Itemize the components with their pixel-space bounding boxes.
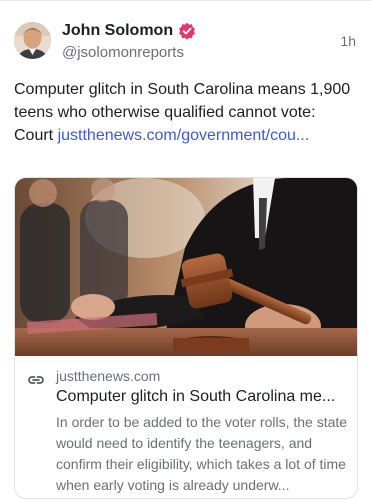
author-row: John Solomon <box>62 20 196 42</box>
card-image <box>15 178 357 356</box>
avatar[interactable] <box>14 22 51 59</box>
author-name[interactable]: John Solomon <box>62 22 173 40</box>
verified-badge-icon <box>179 22 196 40</box>
link-icon <box>28 376 44 384</box>
card-domain: justthenews.com <box>56 368 161 384</box>
post[interactable]: John Solomon @jsolomonreports 1h Compute… <box>0 0 372 500</box>
link-preview-card[interactable]: justthenews.com Computer glitch in South… <box>14 177 358 499</box>
post-text: Computer glitch in South Carolina means … <box>14 78 356 147</box>
post-link[interactable]: justthenews.com/government/cou... <box>58 127 310 144</box>
card-description: In order to be added to the voter rolls,… <box>56 414 348 493</box>
author-handle[interactable]: @jsolomonreports <box>62 44 184 61</box>
card-title[interactable]: Computer glitch in South Carolina me... <box>56 386 346 408</box>
post-time[interactable]: 1h <box>340 33 356 49</box>
card-meta: justthenews.com Computer glitch in South… <box>15 356 357 498</box>
